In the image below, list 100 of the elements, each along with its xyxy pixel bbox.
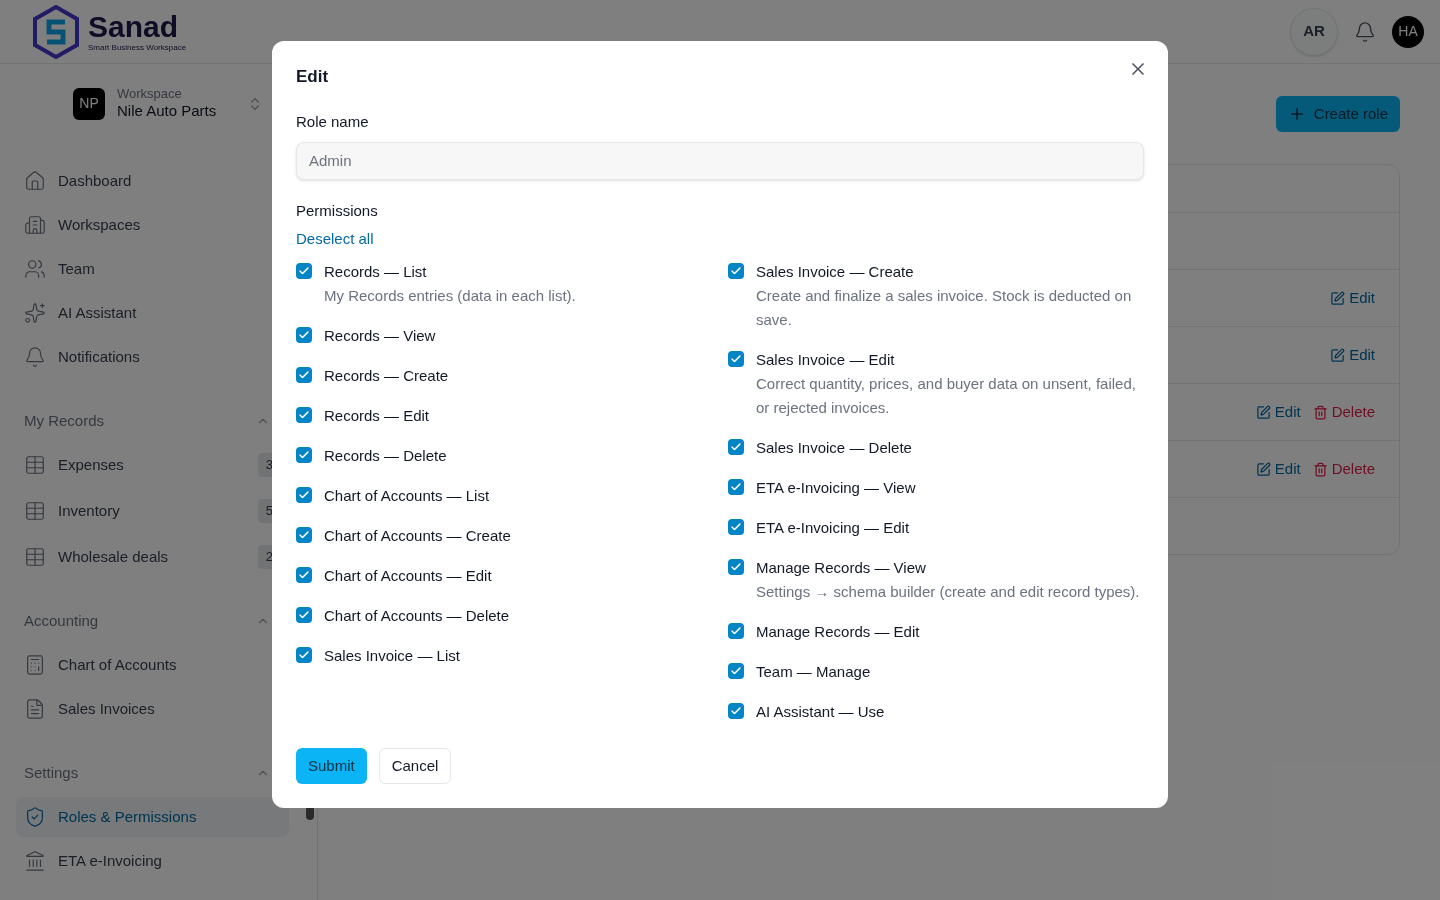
workspace-label: Workspace xyxy=(117,86,183,103)
checkbox[interactable] xyxy=(296,606,312,623)
checkbox[interactable] xyxy=(728,702,744,719)
permission-label: Chart of Accounts — Create xyxy=(324,525,511,546)
permission-label: Sales Invoice — List xyxy=(324,645,460,666)
nav-icon xyxy=(24,850,46,872)
checkbox[interactable] xyxy=(296,446,312,463)
check-icon xyxy=(298,568,310,581)
permissions-label: Permissions xyxy=(296,200,379,221)
nav-icon xyxy=(24,806,46,828)
checkbox[interactable] xyxy=(728,518,744,535)
edit-link[interactable]: Edit xyxy=(1330,286,1375,310)
permission-description: Create and finalize a sales invoice. Stock is deducted on save. xyxy=(756,285,1133,330)
checkbox[interactable] xyxy=(728,438,744,455)
permission-description: My Records entries (data in each list). xyxy=(324,285,576,306)
checkbox[interactable] xyxy=(728,622,744,639)
permission-label: ETA e-Invoicing — Edit xyxy=(756,517,910,538)
edit-link[interactable]: Edit xyxy=(1255,400,1301,424)
checkbox[interactable] xyxy=(296,566,312,583)
permission-label: Sales Invoice — Delete xyxy=(756,437,912,458)
check-icon xyxy=(298,328,310,341)
sidebar-item[interactable]: Team xyxy=(16,249,289,289)
check-icon xyxy=(298,408,310,421)
section-title: Accounting xyxy=(24,610,99,631)
permission-label: Records — Create xyxy=(324,365,449,386)
nav-icon xyxy=(24,546,46,568)
nav-icon xyxy=(24,214,46,236)
permission-label: Sales Invoice — Edit xyxy=(756,349,896,370)
workspace-name: Nile Auto Parts xyxy=(117,102,218,121)
permission-description: Correct quantity, prices, and buyer data on unsent, failed, or rejected invoices. xyxy=(756,373,1137,418)
check-icon xyxy=(730,520,742,533)
checkbox[interactable] xyxy=(296,646,312,663)
check-icon xyxy=(730,664,742,677)
logo-name: Sanad xyxy=(88,11,180,42)
check-icon xyxy=(298,528,310,541)
role-name-field[interactable]: Admin xyxy=(296,141,1144,180)
checkbox[interactable] xyxy=(296,366,312,383)
checkbox[interactable] xyxy=(296,326,312,343)
check-icon xyxy=(730,440,742,453)
checkbox[interactable] xyxy=(296,526,312,543)
permission-label: Records — List xyxy=(324,261,428,282)
checkbox[interactable] xyxy=(296,262,312,279)
check-icon xyxy=(298,648,310,661)
notifications-icon[interactable] xyxy=(1354,20,1376,43)
permission-label: Records — Delete xyxy=(324,445,447,466)
check-icon xyxy=(730,352,742,365)
checkbox[interactable] xyxy=(728,558,744,575)
pencil-icon xyxy=(1255,404,1271,420)
permission-label: Manage Records — Edit xyxy=(756,621,920,642)
checkbox[interactable] xyxy=(296,406,312,423)
sidebar-item[interactable]: Notifications xyxy=(16,337,289,377)
section-title: My Records xyxy=(24,410,105,431)
sidebar-item[interactable]: Chart of Accounts xyxy=(16,645,289,685)
check-icon xyxy=(730,624,742,637)
submit-button[interactable]: Submit xyxy=(296,748,367,784)
dialog-title: Edit xyxy=(296,67,330,87)
nav-icon xyxy=(24,302,46,324)
user-avatar[interactable]: HA xyxy=(1392,15,1424,48)
sidebar-item[interactable]: Roles & Permissions xyxy=(16,797,289,837)
checkbox[interactable] xyxy=(728,350,744,367)
create-role-button[interactable]: Create role xyxy=(1275,96,1400,132)
delete-link[interactable]: Delete xyxy=(1312,457,1375,481)
edit-link[interactable]: Edit xyxy=(1255,457,1301,481)
cancel-button[interactable]: Cancel xyxy=(378,748,452,784)
checkbox[interactable] xyxy=(728,662,744,679)
permission-label: Records — View xyxy=(324,325,436,346)
delete-link[interactable]: Delete xyxy=(1312,400,1375,424)
sidebar-item[interactable]: Sales Invoices xyxy=(16,689,289,729)
checkbox[interactable] xyxy=(728,478,744,495)
sidebar-item[interactable]: ETA e-Invoicing xyxy=(16,841,289,881)
trash-icon xyxy=(1312,404,1328,420)
permission-label: Chart of Accounts — Delete xyxy=(324,605,510,626)
check-icon xyxy=(298,608,310,621)
check-icon xyxy=(298,448,310,461)
nav-icon xyxy=(24,654,46,676)
checkbox[interactable] xyxy=(728,262,744,279)
logo-icon xyxy=(32,4,80,59)
checkbox[interactable] xyxy=(296,486,312,503)
check-icon xyxy=(730,560,742,573)
section-title: Settings xyxy=(24,762,79,783)
permission-label: AI Assistant — Use xyxy=(756,701,885,722)
sidebar-item[interactable]: Workspaces xyxy=(16,205,289,245)
nav-icon xyxy=(24,454,46,476)
nav-icon xyxy=(24,698,46,720)
permission-label: Records — Edit xyxy=(324,405,430,426)
deselect-all-link[interactable]: Deselect all xyxy=(296,228,374,251)
permission-label: Manage Records — View xyxy=(756,557,927,578)
sidebar-item[interactable]: Dashboard xyxy=(16,161,289,201)
permission-description: Settings → schema builder (create and edit record types). xyxy=(756,581,1140,602)
check-icon xyxy=(298,488,310,501)
check-icon xyxy=(730,704,742,717)
workspace-switcher[interactable]: NP Workspace Nile Auto Parts xyxy=(73,86,263,121)
trash-icon xyxy=(1312,461,1328,477)
sidebar-item[interactable]: AI Assistant xyxy=(16,293,289,333)
workspace-avatar: NP xyxy=(73,87,105,120)
check-icon xyxy=(298,264,310,277)
language-button[interactable]: AR xyxy=(1290,7,1338,56)
check-icon xyxy=(298,368,310,381)
permission-label: Chart of Accounts — List xyxy=(324,485,490,506)
edit-link[interactable]: Edit xyxy=(1330,343,1375,367)
